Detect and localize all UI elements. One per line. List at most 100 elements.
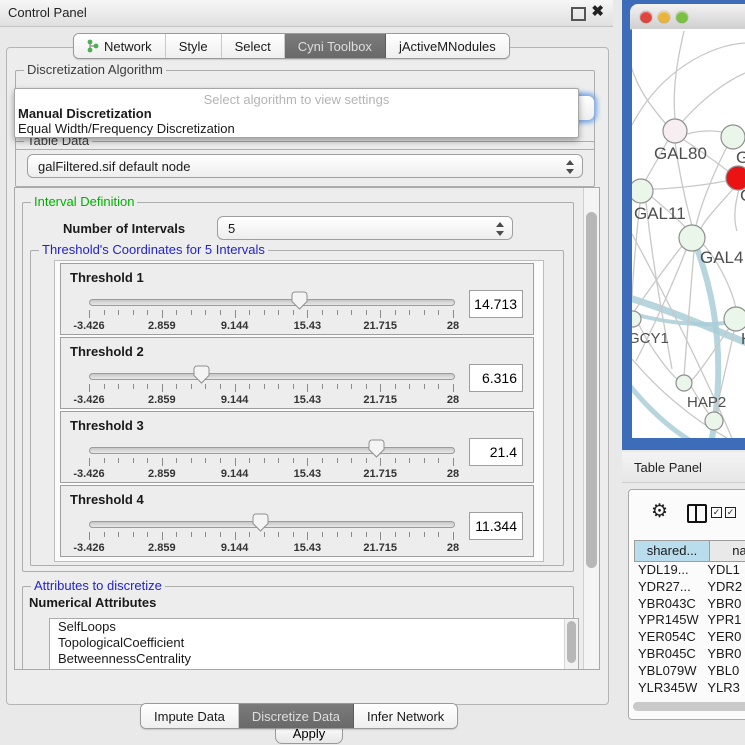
network-edge[interactable]	[684, 251, 694, 376]
float-window-icon[interactable]	[571, 7, 586, 21]
table-data-combobox[interactable]: galFiltered.sif default node	[27, 154, 583, 178]
tab-jactivemnodules[interactable]: jActiveMNodules	[386, 34, 509, 58]
table-row[interactable]: YLR345WYLR3	[634, 680, 745, 697]
network-node[interactable]	[705, 412, 723, 430]
close-icon[interactable]: ✖	[591, 5, 604, 18]
tick-mark	[380, 384, 381, 392]
dropdown-option-manual[interactable]: Manual Discretization	[18, 106, 152, 121]
slider-thumb[interactable]	[291, 291, 308, 310]
network-node[interactable]	[663, 119, 687, 143]
table-cell[interactable]: YBL0	[703, 663, 745, 680]
tick-mark	[366, 532, 367, 537]
table-row[interactable]: YBR045CYBR0	[634, 646, 745, 663]
table-cell[interactable]: YLR345W	[634, 680, 703, 697]
table-cell[interactable]: YDR2	[703, 579, 745, 596]
table-cell[interactable]: YLR3	[703, 680, 745, 697]
checkbox-icon[interactable]: ✓	[725, 507, 736, 518]
tick-mark	[424, 532, 425, 537]
slider-thumb[interactable]	[368, 439, 385, 458]
tab-infer-network[interactable]: Infer Network	[354, 704, 457, 728]
threshold-slider[interactable]: -3.4262.8599.14415.4321.71528	[81, 368, 477, 408]
network-edge[interactable]	[691, 328, 729, 381]
tab-impute-data[interactable]: Impute Data	[141, 704, 239, 728]
threshold-value-field[interactable]	[469, 364, 523, 392]
threshold-slider[interactable]: -3.4262.8599.14415.4321.71528	[81, 442, 477, 482]
checkbox-icon[interactable]: ✓	[711, 507, 722, 518]
slider-track[interactable]	[89, 447, 455, 454]
table-row[interactable]: YER054CYER0	[634, 629, 745, 646]
slider-thumb[interactable]	[252, 513, 269, 532]
dropdown-option-equal-width[interactable]: Equal Width/Frequency Discretization	[18, 121, 235, 136]
network-edge[interactable]	[674, 31, 684, 119]
list-item[interactable]: TopologicalCoefficient	[50, 635, 578, 651]
zoom-traffic-light[interactable]	[676, 11, 688, 23]
tick-mark	[438, 532, 439, 537]
table-cell[interactable]: YER0	[703, 629, 745, 646]
list-item[interactable]: SelfLoops	[50, 619, 578, 635]
network-canvas[interactable]: GAL80G.CGAL11GAL4GCY1HHAP2	[632, 29, 745, 438]
slider-track[interactable]	[89, 299, 455, 306]
tick-mark	[220, 532, 221, 537]
numerical-attributes-list[interactable]: SelfLoopsTopologicalCoefficientBetweenne…	[49, 618, 579, 670]
number-of-intervals-combobox[interactable]: 5	[217, 216, 513, 240]
tab-select[interactable]: Select	[222, 34, 285, 58]
table-cell[interactable]: YBR045C	[634, 646, 703, 663]
threshold-slider[interactable]: -3.4262.8599.14415.4321.71528	[81, 516, 477, 556]
table-cell[interactable]: YPR145W	[634, 612, 703, 629]
tab-label: Style	[179, 39, 208, 54]
tick-mark	[337, 532, 338, 537]
list-scrollbar[interactable]	[564, 619, 578, 670]
horizontal-scrollbar[interactable]	[633, 702, 745, 711]
table-cell[interactable]: YDL1	[703, 562, 745, 579]
list-item[interactable]: BetweennessCentrality	[50, 651, 578, 667]
table-cell[interactable]: YBL079W	[634, 663, 703, 680]
table-row[interactable]: YBR043CYBR0	[634, 596, 745, 613]
slider-track[interactable]	[89, 373, 455, 380]
table-cell[interactable]: YDL19...	[634, 562, 703, 579]
table-cell[interactable]: YBR0	[703, 596, 745, 613]
settings-scrollbar[interactable]	[583, 188, 599, 669]
table-cell[interactable]: YBR0	[703, 646, 745, 663]
table-cell[interactable]: YBR043C	[634, 596, 703, 613]
tab-cyni-toolbox[interactable]: Cyni Toolbox	[285, 34, 386, 58]
network-edge[interactable]	[682, 73, 745, 122]
tick-mark	[249, 384, 250, 389]
threshold-slider[interactable]: -3.4262.8599.14415.4321.71528	[81, 294, 477, 334]
network-edge[interactable]	[632, 43, 745, 125]
columns-icon[interactable]	[687, 504, 707, 523]
column-header[interactable]: shared...	[634, 540, 710, 562]
column-header[interactable]: na	[710, 540, 745, 562]
network-node[interactable]	[724, 307, 745, 331]
table-row[interactable]: YIL052CYIL0	[634, 696, 745, 698]
tick-mark	[147, 310, 148, 315]
table-row[interactable]: YDL19...YDL1	[634, 562, 745, 579]
table-cell[interactable]: YPR1	[703, 612, 745, 629]
network-node[interactable]	[721, 125, 745, 149]
tab-network[interactable]: Network	[74, 34, 166, 58]
threshold-value-field[interactable]	[469, 438, 523, 466]
gear-icon[interactable]: ⚙	[651, 500, 668, 523]
close-traffic-light[interactable]	[640, 11, 652, 23]
table-cell[interactable]: YDR27...	[634, 579, 703, 596]
minimize-traffic-light[interactable]	[658, 11, 670, 23]
slider-thumb[interactable]	[193, 365, 210, 384]
table-cell[interactable]: YIL0	[703, 696, 745, 698]
table-panel-titlebar: Table Panel	[622, 452, 745, 483]
tick-mark	[424, 384, 425, 389]
tab-discretize-data[interactable]: Discretize Data	[239, 704, 354, 728]
network-edge[interactable]	[632, 61, 666, 124]
table-row[interactable]: YDR27...YDR2	[634, 579, 745, 596]
table-cell[interactable]: YER054C	[634, 629, 703, 646]
table-cell[interactable]: YIL052C	[634, 696, 703, 698]
threshold-value-field[interactable]	[469, 512, 523, 540]
network-node[interactable]	[632, 311, 641, 327]
table-row[interactable]: YPR145WYPR1	[634, 612, 745, 629]
slider-track[interactable]	[89, 521, 455, 528]
network-node[interactable]	[676, 375, 692, 391]
network-edge[interactable]	[652, 181, 726, 189]
tab-style[interactable]: Style	[166, 34, 222, 58]
threshold-value-field[interactable]	[469, 290, 523, 318]
network-node[interactable]	[632, 179, 653, 203]
table-row[interactable]: YBL079WYBL0	[634, 663, 745, 680]
tick-mark	[89, 384, 90, 392]
